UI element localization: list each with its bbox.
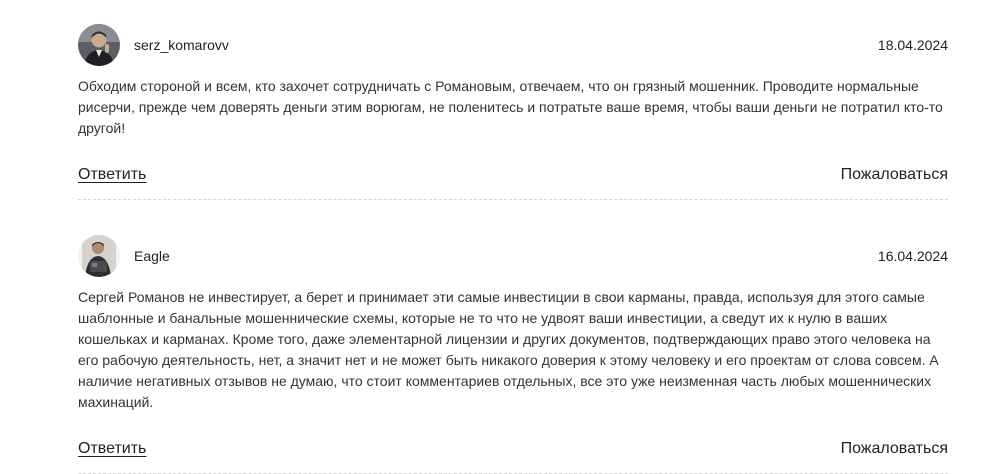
comment-date: 16.04.2024 <box>877 248 948 264</box>
comment-text: Сергей Романов не инвестирует, а берет и… <box>78 289 939 410</box>
comment-item: Eagle 16.04.2024 Сергей Романов не инвес… <box>78 235 948 474</box>
comments-list: serz_komarovv 18.04.2024 Обходим стороно… <box>0 0 1003 474</box>
comment-header: serz_komarovv 18.04.2024 <box>78 24 948 66</box>
user-photo-icon <box>78 235 120 277</box>
comment-item: serz_komarovv 18.04.2024 Обходим стороно… <box>78 24 948 200</box>
reply-link[interactable]: Ответить <box>78 439 146 459</box>
comment-header: Eagle 16.04.2024 <box>78 235 948 277</box>
user-photo-icon <box>78 24 120 66</box>
comment-actions: Ответить Пожаловаться <box>78 439 948 459</box>
divider <box>78 199 948 200</box>
username: Eagle <box>134 248 170 264</box>
report-link[interactable]: Пожаловаться <box>841 439 948 459</box>
comment-date: 18.04.2024 <box>877 37 948 53</box>
report-link[interactable]: Пожаловаться <box>841 165 948 185</box>
avatar[interactable] <box>78 24 120 66</box>
avatar[interactable] <box>78 235 120 277</box>
comment-actions: Ответить Пожаловаться <box>78 165 948 185</box>
comment-text: Обходим стороной и всем, кто захочет сот… <box>78 78 943 136</box>
reply-link[interactable]: Ответить <box>78 165 146 185</box>
username: serz_komarovv <box>134 37 229 53</box>
